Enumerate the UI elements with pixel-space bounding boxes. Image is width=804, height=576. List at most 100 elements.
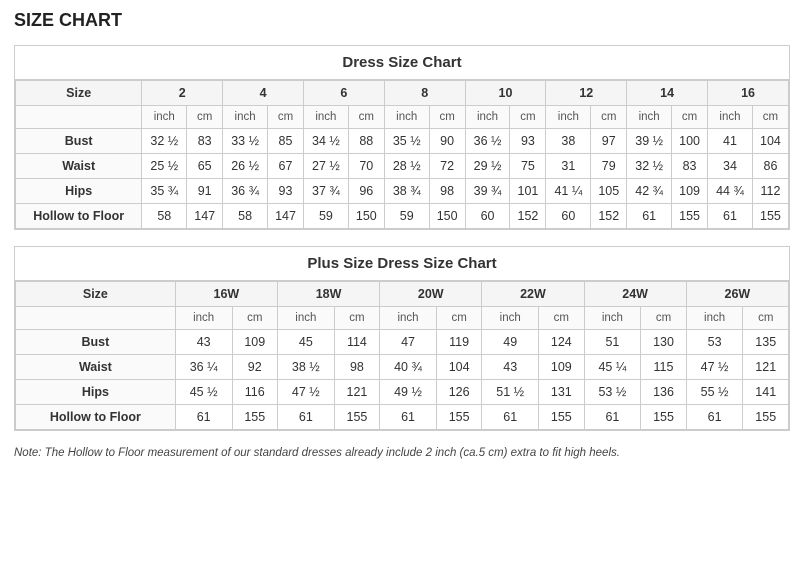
cell-inch: 59 [384,204,429,229]
cell-cm: 119 [436,330,481,355]
cell-inch: 61 [175,405,232,430]
cell-inch: 47 ½ [686,355,743,380]
cell-cm: 96 [348,179,384,204]
cell-cm: 86 [752,154,788,179]
cell-cm: 155 [743,405,789,430]
cell-cm: 155 [641,405,686,430]
cell-cm: 105 [591,179,627,204]
row-label: Waist [16,154,142,179]
cell-cm: 136 [641,380,686,405]
table-row: Waist25 ½6526 ½6727 ½7028 ½7229 ½7531793… [16,154,789,179]
unit-inch: inch [482,307,539,330]
cell-inch: 47 ½ [277,380,334,405]
cell-cm: 155 [539,405,584,430]
cell-cm: 100 [672,129,708,154]
cell-inch: 58 [142,204,187,229]
cell-inch: 35 ¾ [142,179,187,204]
cell-inch: 41 [708,129,753,154]
cell-inch: 55 ½ [686,380,743,405]
cell-inch: 38 ½ [277,355,334,380]
cell-cm: 131 [539,380,584,405]
cell-inch: 43 [175,330,232,355]
row-label: Hollow to Floor [16,405,176,430]
cell-inch: 29 ½ [465,154,510,179]
cell-inch: 45 ½ [175,380,232,405]
dress-size-chart-title: Dress Size Chart [15,46,789,80]
cell-inch: 31 [546,154,591,179]
unit-inch: inch [465,106,510,129]
row-label: Hips [16,179,142,204]
cell-cm: 83 [672,154,708,179]
cell-inch: 60 [546,204,591,229]
cell-cm: 109 [232,330,277,355]
cell-cm: 92 [232,355,277,380]
row-label: Waist [16,355,176,380]
table-row: Hollow to Floor5814758147591505915060152… [16,204,789,229]
cell-inch: 44 ¾ [708,179,753,204]
cell-inch: 33 ½ [223,129,268,154]
unit-cm: cm [348,106,384,129]
cell-cm: 91 [187,179,223,204]
unit-inch: inch [380,307,437,330]
cell-cm: 79 [591,154,627,179]
size-header: 10 [465,81,546,106]
cell-cm: 112 [752,179,788,204]
cell-cm: 104 [436,355,481,380]
cell-cm: 130 [641,330,686,355]
cell-inch: 43 [482,355,539,380]
cell-cm: 85 [268,129,304,154]
unit-inch: inch [686,307,743,330]
size-header: 6 [303,81,384,106]
cell-inch: 32 ½ [627,154,672,179]
cell-cm: 121 [743,355,789,380]
table-row: Waist36 ¼9238 ½9840 ¾1044310945 ¼11547 ½… [16,355,789,380]
cell-cm: 150 [348,204,384,229]
table-row: Hips45 ½11647 ½12149 ½12651 ½13153 ½1365… [16,380,789,405]
cell-cm: 155 [752,204,788,229]
unit-cm: cm [334,307,379,330]
cell-cm: 121 [334,380,379,405]
cell-inch: 53 [686,330,743,355]
table-row: Hips35 ¾9136 ¾9337 ¾9638 ¾9839 ¾10141 ¼1… [16,179,789,204]
cell-inch: 40 ¾ [380,355,437,380]
unit-inch: inch [142,106,187,129]
unit-inch: inch [708,106,753,129]
cell-cm: 93 [268,179,304,204]
cell-cm: 83 [187,129,223,154]
cell-cm: 114 [334,330,379,355]
cell-inch: 45 ¼ [584,355,641,380]
table-row: Bust431094511447119491245113053135 [16,330,789,355]
cell-cm: 97 [591,129,627,154]
unit-cm: cm [591,106,627,129]
cell-inch: 26 ½ [223,154,268,179]
size-header: 4 [223,81,304,106]
unit-inch: inch [223,106,268,129]
dress-unit-empty [16,106,142,129]
table-row: Hollow to Floor6115561155611556115561155… [16,405,789,430]
cell-cm: 93 [510,129,546,154]
unit-inch: inch [546,106,591,129]
cell-cm: 155 [334,405,379,430]
cell-inch: 37 ¾ [303,179,348,204]
size-header: 16 [708,81,789,106]
cell-cm: 135 [743,330,789,355]
cell-inch: 32 ½ [142,129,187,154]
unit-inch: inch [384,106,429,129]
cell-inch: 61 [627,204,672,229]
unit-cm: cm [232,307,277,330]
size-header: 26W [686,282,788,307]
plus-size-header-size: Size [16,282,176,307]
dress-size-chart-section: Dress Size Chart Size 246810121416 inchc… [14,45,790,230]
cell-inch: 28 ½ [384,154,429,179]
cell-cm: 65 [187,154,223,179]
size-header: 2 [142,81,223,106]
unit-cm: cm [752,106,788,129]
unit-inch: inch [627,106,672,129]
cell-inch: 34 [708,154,753,179]
cell-inch: 41 ¼ [546,179,591,204]
unit-cm: cm [743,307,789,330]
cell-inch: 35 ½ [384,129,429,154]
unit-inch: inch [303,106,348,129]
cell-cm: 126 [436,380,481,405]
cell-cm: 67 [268,154,304,179]
